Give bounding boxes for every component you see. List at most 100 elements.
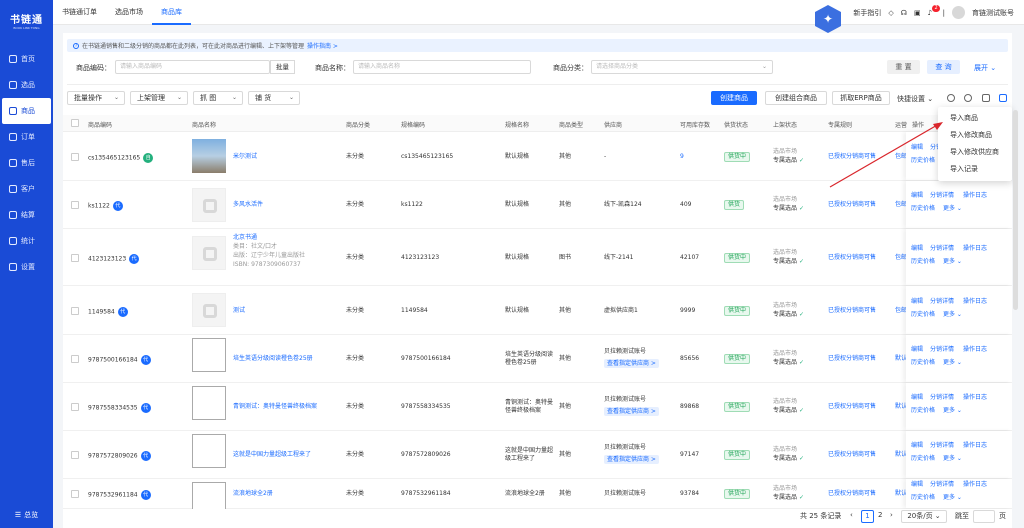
name-input[interactable]: 请输入商品名称 <box>353 60 531 74</box>
more-link[interactable]: 更多 ⌄ <box>943 359 962 367</box>
distribution-detail-link[interactable]: 分销详情 <box>930 346 954 354</box>
more-link[interactable]: 更多 ⌄ <box>943 455 962 463</box>
menu-item-import-modify-supplier[interactable]: 导入修改供应商 <box>938 144 1012 161</box>
view-supplier-link[interactable]: 查看指定供应商 > <box>604 359 659 368</box>
exclusive-rule-link[interactable]: 已授权分销商可售 <box>828 355 876 363</box>
table-row[interactable]: cs135465123165 自 米尔测试 未分类 cs135465123165 … <box>63 132 1012 181</box>
menu-item-import-goods[interactable]: 导入商品 <box>938 110 1012 127</box>
price-history-link[interactable]: 历史价格 <box>911 359 935 367</box>
distribute-button[interactable]: 铺 货 ⌄ <box>248 91 300 105</box>
distribution-detail-link[interactable]: 分销详情 <box>930 298 954 306</box>
exclusive-rule-link[interactable]: 已授权分销商可售 <box>828 403 876 411</box>
sidebar-item-stats[interactable]: 统计 <box>0 228 53 254</box>
row-checkbox[interactable] <box>71 153 79 161</box>
table-row[interactable]: 9787532961184 代 流浪地球全2册 未分类 9787532961184… <box>63 479 1012 516</box>
guide-link[interactable]: 操作指南 > <box>307 41 338 50</box>
exclusive-rule-link[interactable]: 已授权分销商可售 <box>828 254 876 262</box>
goods-thumbnail[interactable] <box>192 434 226 468</box>
goto-input[interactable] <box>973 510 995 523</box>
grab-image-button[interactable]: 抓 图 ⌄ <box>193 91 243 105</box>
price-history-link[interactable]: 历史价格 <box>911 407 935 415</box>
create-combo-button[interactable]: 创建组合商品 <box>765 91 827 105</box>
sidebar-item-goods[interactable]: 商品 <box>2 98 51 124</box>
exclusive-rule-link[interactable]: 已授权分销商可售 <box>828 201 876 209</box>
query-button[interactable]: 查 询 <box>927 60 960 74</box>
goods-name-link[interactable]: 测试 <box>233 307 245 315</box>
goods-thumbnail[interactable] <box>192 293 226 327</box>
price-history-link[interactable]: 历史价格 <box>911 157 935 165</box>
exclusive-rule-link[interactable]: 已授权分销商可售 <box>828 490 876 498</box>
export-icon[interactable] <box>982 94 990 102</box>
guide-link[interactable]: 新手指引 <box>853 8 881 18</box>
menu-item-import-records[interactable]: 导入记录 <box>938 161 1012 178</box>
next-page[interactable]: › <box>890 511 893 519</box>
price-history-link[interactable]: 历史价格 <box>911 455 935 463</box>
sidebar-item-settle[interactable]: 结算 <box>0 202 53 228</box>
sidebar-item-settings[interactable]: 设置 <box>0 254 53 280</box>
create-goods-button[interactable]: 创建商品 <box>711 91 757 105</box>
menu-item-import-modify-goods[interactable]: 导入修改商品 <box>938 127 1012 144</box>
prev-page[interactable]: ‹ <box>850 511 853 519</box>
goods-name-link[interactable]: 多风水活件 <box>233 201 263 209</box>
account-name[interactable]: 育链测试账号 <box>972 8 1014 18</box>
gear-icon[interactable] <box>964 94 972 102</box>
exclusive-rule-link[interactable]: 已授权分销商可售 <box>828 153 876 161</box>
more-link[interactable]: 更多 ⌄ <box>943 258 962 266</box>
row-checkbox[interactable] <box>71 490 79 498</box>
distribution-detail-link[interactable]: 分销详情 <box>930 481 954 489</box>
edit-link[interactable]: 编辑 <box>911 346 923 354</box>
price-history-link[interactable]: 历史价格 <box>911 494 935 502</box>
select-all-checkbox[interactable] <box>71 119 79 127</box>
refresh-icon[interactable] <box>947 94 955 102</box>
shop-icon[interactable]: ▣ <box>914 9 921 17</box>
import-icon[interactable] <box>999 94 1007 102</box>
goods-name-link[interactable]: 流浪地球全2册 <box>233 490 273 498</box>
view-supplier-link[interactable]: 查看指定供应商 > <box>604 407 659 416</box>
tab-orders[interactable]: 书链通订单 <box>53 0 106 25</box>
operation-log-link[interactable]: 操作日志 <box>963 245 987 253</box>
goods-name-link[interactable]: 这就是中国力量超级工程来了 <box>233 451 311 459</box>
grab-erp-button[interactable]: 抓取ERP商品 <box>832 91 890 105</box>
edit-link[interactable]: 编辑 <box>911 394 923 402</box>
exclusive-rule-link[interactable]: 已授权分销商可售 <box>828 451 876 459</box>
category-select[interactable]: 请选择商品分类 ⌄ <box>591 60 773 74</box>
operation-log-link[interactable]: 操作日志 <box>963 481 987 489</box>
quick-settings[interactable]: 快捷设置 ⌄ <box>897 94 933 104</box>
price-history-link[interactable]: 历史价格 <box>911 258 935 266</box>
edit-link[interactable]: 编辑 <box>911 442 923 450</box>
goods-name-link[interactable]: 北京书通 <box>233 234 257 242</box>
table-row[interactable]: 4123123123 代 北京书通 类目：社文/口才 出版：辽宁少年儿童出版社 ISB… <box>63 229 1012 286</box>
scrollbar[interactable] <box>1013 110 1018 310</box>
shelf-dropdown[interactable]: 上架管理 ⌄ <box>130 91 188 105</box>
more-link[interactable]: 更多 ⌄ <box>943 494 962 502</box>
distribution-detail-link[interactable]: 分销详情 <box>930 192 954 200</box>
operation-log-link[interactable]: 操作日志 <box>963 346 987 354</box>
sidebar-item-select[interactable]: 选品 <box>0 72 53 98</box>
goods-thumbnail[interactable] <box>192 236 226 270</box>
goods-thumbnail[interactable] <box>192 139 226 173</box>
operation-log-link[interactable]: 操作日志 <box>963 298 987 306</box>
edit-link[interactable]: 编辑 <box>911 144 923 152</box>
avatar[interactable] <box>952 6 965 19</box>
edit-link[interactable]: 编辑 <box>911 298 923 306</box>
tab-goods-library[interactable]: 商品库 <box>152 0 191 25</box>
edit-link[interactable]: 编辑 <box>911 481 923 489</box>
more-link[interactable]: 更多 ⌄ <box>943 205 962 213</box>
sidebar-item-aftersale[interactable]: 售后 <box>0 150 53 176</box>
headset-icon[interactable]: ☊ <box>901 9 907 17</box>
goods-name-link[interactable]: 青铜测试：奥特曼怪兽终极档案 <box>233 403 317 411</box>
reset-button[interactable]: 重 置 <box>887 60 920 74</box>
page-size-select[interactable]: 20条/页 ⌄ <box>901 510 947 523</box>
distribution-detail-link[interactable]: 分销详情 <box>930 245 954 253</box>
batch-button[interactable]: 批量 <box>270 60 295 74</box>
row-checkbox[interactable] <box>71 254 79 262</box>
distribution-detail-link[interactable]: 分销详情 <box>930 394 954 402</box>
sidebar-item-customer[interactable]: 客户 <box>0 176 53 202</box>
row-checkbox[interactable] <box>71 355 79 363</box>
operation-log-link[interactable]: 操作日志 <box>963 192 987 200</box>
sidebar-item-order[interactable]: 订单 <box>0 124 53 150</box>
goods-thumbnail[interactable] <box>192 386 226 420</box>
expand-link[interactable]: 展开 ⌄ <box>974 63 996 73</box>
more-link[interactable]: 更多 ⌄ <box>943 311 962 319</box>
view-supplier-link[interactable]: 查看指定供应商 > <box>604 455 659 464</box>
